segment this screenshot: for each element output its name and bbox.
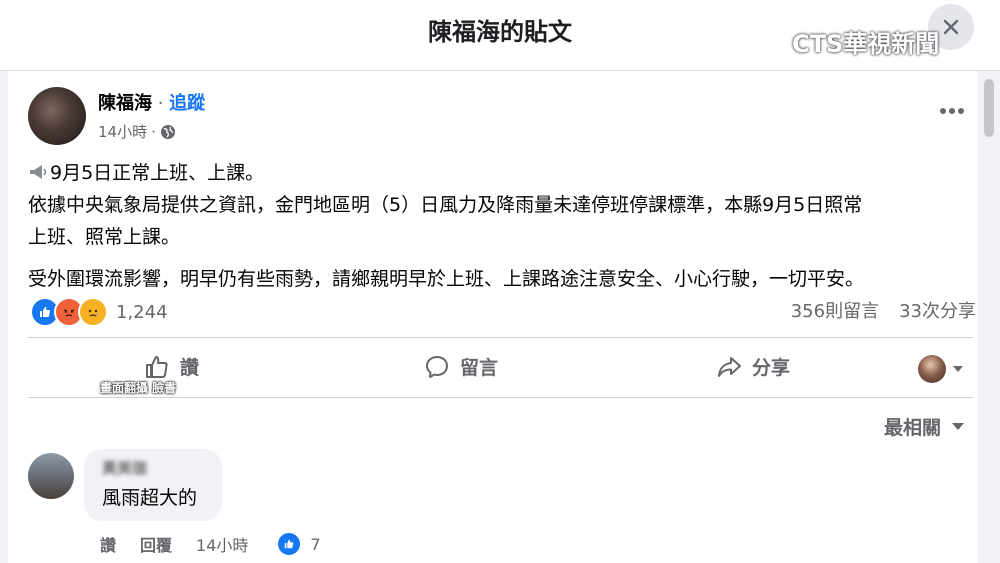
comment-count-link[interactable]: 356則留言 [791, 297, 879, 323]
post-text: 9月5日正常上班、上課。 依據中央氣象局提供之資訊，金門地區明（5）日風力及降雨… [28, 157, 968, 295]
comment-icon [426, 355, 448, 378]
reaction-count: 1,244 [116, 301, 168, 323]
sad-reaction-icon [78, 297, 108, 327]
post-meta: 14小時 · [98, 121, 176, 142]
comment-bubble: 黃美珈 風雨超大的 [84, 449, 222, 521]
post-stats: 356則留言 33次分享 [791, 297, 976, 323]
sort-label: 最相關 [884, 417, 942, 439]
comment-time[interactable]: 14小時 [196, 532, 248, 556]
post-time[interactable]: 14小時 [98, 121, 147, 142]
post-line-4: 受外圍環流影響，明早仍有些雨勢，請鄉親明早於上班、上課路途注意安全、小心行駛，一… [28, 268, 865, 290]
share-button[interactable]: 分享 [716, 353, 790, 380]
post-line-3: 上班、照常上課。 [28, 226, 181, 248]
author-avatar[interactable] [28, 87, 86, 145]
comment-like-count: 7 [310, 534, 321, 554]
modal-header: 陳福海的貼文 CTS華視新聞 [0, 0, 1000, 71]
divider-top [28, 337, 973, 338]
share-as-selector[interactable] [918, 355, 964, 383]
comment-button[interactable]: 留言 [424, 353, 498, 380]
megaphone-icon [30, 165, 47, 179]
author-separator: · [152, 93, 170, 114]
comment-like-button[interactable]: 讚 [100, 532, 116, 556]
close-icon [943, 19, 959, 35]
post-line-1: 9月5日正常上班、上課。 [28, 157, 968, 189]
chevron-down-icon [953, 366, 963, 372]
post-line-2: 依據中央氣象局提供之資訊，金門地區明（5）日風力及降雨量未達停班停課標準，本縣9… [28, 194, 863, 216]
channel-watermark: CTS華視新聞 [792, 30, 940, 58]
reactions-summary[interactable]: 1,244 [30, 297, 168, 327]
share-count-link[interactable]: 33次分享 [899, 297, 976, 323]
comment-actions: 讚 回覆 14小時 7 [100, 531, 345, 557]
commenter-avatar[interactable] [28, 453, 74, 499]
post-line-1-text: 9月5日正常上班、上課。 [50, 162, 265, 184]
caret-down-icon [952, 423, 965, 430]
more-horizontal-icon [940, 108, 964, 114]
more-options-button[interactable] [938, 101, 966, 120]
comment-sort-dropdown[interactable]: 最相關 [884, 413, 965, 440]
thumbs-up-icon [146, 355, 168, 378]
author-line: 陳福海 · 追蹤 [98, 89, 205, 115]
like-button[interactable]: 讚 [144, 353, 199, 380]
comment-reaction-summary[interactable]: 7 [276, 531, 344, 557]
comment-reply-button[interactable]: 回覆 [140, 532, 172, 556]
follow-link[interactable]: 追蹤 [169, 93, 205, 114]
viewer-avatar [918, 355, 946, 383]
comment-text: 風雨超大的 [102, 487, 198, 509]
photo-caption: 畫面翻攝 臉書 [100, 381, 177, 395]
scrollbar-thumb[interactable] [984, 79, 994, 137]
comment-like-reaction-icon [276, 531, 303, 557]
share-label: 分享 [752, 357, 791, 379]
comment-label: 留言 [460, 357, 499, 379]
commenter-name[interactable]: 黃美珈 [102, 457, 147, 478]
share-icon [718, 356, 741, 377]
divider-bottom [28, 397, 973, 398]
post-card: 陳福海 · 追蹤 14小時 · 9月5日正常上班、上課。 依據中央氣象局提供之資… [8, 71, 978, 563]
globe-icon [160, 124, 175, 139]
scrollbar[interactable] [980, 71, 1000, 563]
author-name[interactable]: 陳福海 [98, 93, 152, 114]
like-label: 讚 [180, 357, 200, 379]
meta-dot: · [151, 122, 156, 141]
